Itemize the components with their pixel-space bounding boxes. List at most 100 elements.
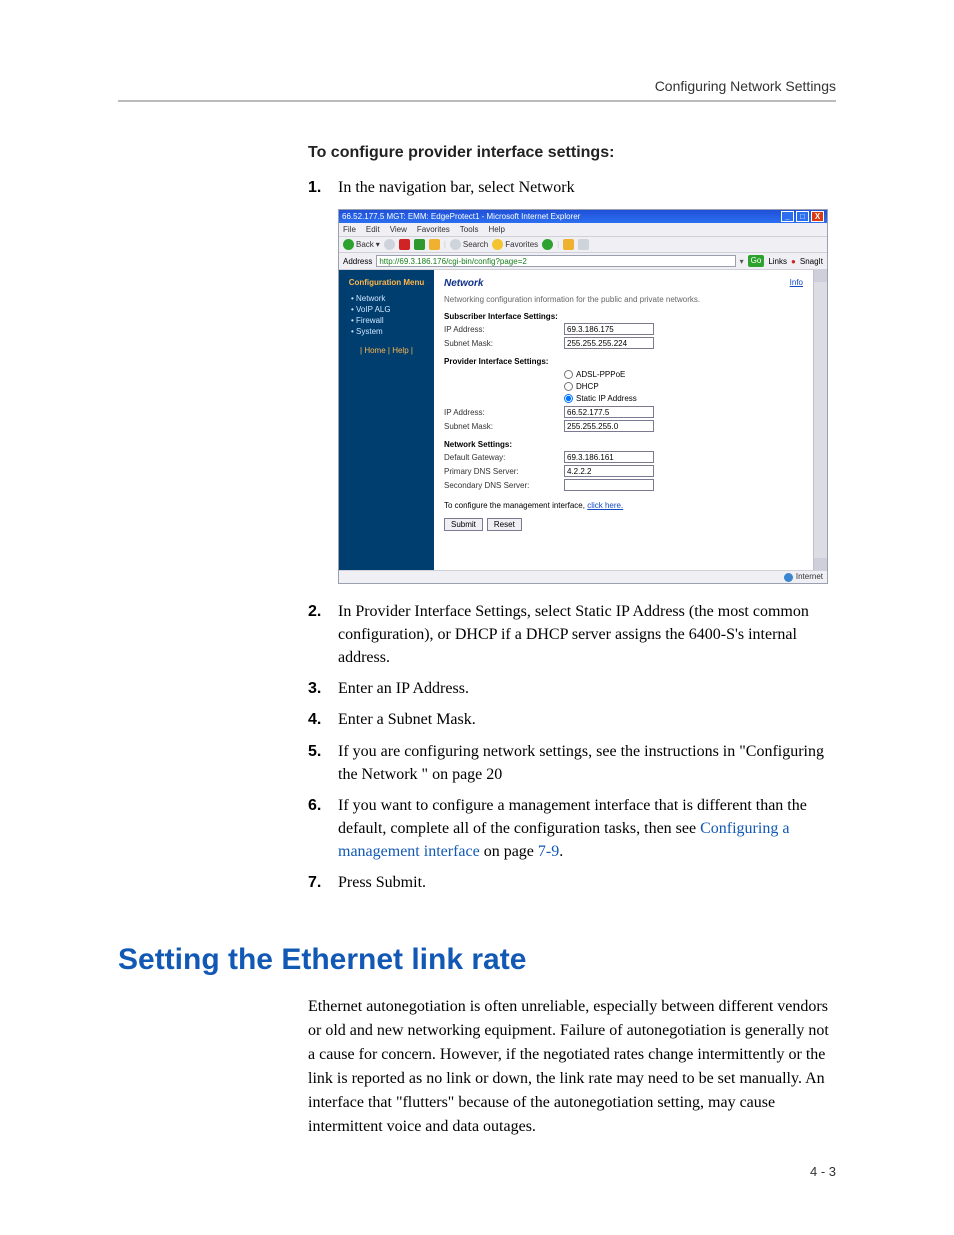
dns2-input[interactable] [564, 479, 654, 491]
dns1-input[interactable] [564, 465, 654, 477]
gateway-label: Default Gateway: [444, 453, 564, 462]
back-icon [343, 239, 354, 250]
window-minimize-button[interactable]: _ [781, 211, 794, 222]
forward-icon [384, 239, 395, 250]
main-panel: Info Network Networking configuration in… [434, 270, 813, 570]
subscriber-ip-input[interactable] [564, 323, 654, 335]
menu-file[interactable]: File [343, 225, 356, 234]
screenshot-figure: 66.52.177.5 MGT: EMM: EdgeProtect1 - Mic… [338, 209, 836, 583]
favorites-button[interactable]: Favorites [492, 239, 538, 250]
step-2: 2. In Provider Interface Settings, selec… [308, 600, 836, 670]
step-body: In the navigation bar, select Network [338, 176, 836, 199]
step-body: Enter an IP Address. [338, 677, 836, 700]
status-bar: Internet [339, 570, 827, 582]
mail-button[interactable] [563, 239, 574, 250]
toolbar: Back ▾ | Search Favorites | [339, 236, 827, 253]
step-body: If you are configuring network settings,… [338, 740, 836, 786]
step-body: If you want to configure a management in… [338, 794, 836, 864]
sidebar: Configuration Menu Network VoIP ALG Fire… [339, 270, 434, 570]
history-button[interactable] [542, 239, 553, 250]
back-button[interactable]: Back ▾ [343, 239, 380, 250]
page-title: Network [444, 278, 483, 289]
step-3: 3. Enter an IP Address. [308, 677, 836, 700]
mask-label: Subnet Mask: [444, 339, 564, 348]
address-dropdown-icon[interactable]: ▾ [740, 257, 744, 266]
step-6: 6. If you want to configure a management… [308, 794, 836, 864]
menu-help[interactable]: Help [488, 225, 504, 234]
star-icon [492, 239, 503, 250]
scrollbar[interactable] [813, 270, 827, 570]
search-button[interactable]: Search [450, 239, 488, 250]
subscriber-settings-heading: Subscriber Interface Settings: [444, 312, 803, 321]
step-number: 4. [308, 708, 338, 731]
home-icon [429, 239, 440, 250]
menu-edit[interactable]: Edit [366, 225, 380, 234]
mgmt-interface-note: To configure the management interface, c… [444, 501, 803, 510]
address-input[interactable]: http://69.3.186.176/cgi-bin/config?page=… [376, 255, 735, 267]
print-button[interactable] [578, 239, 589, 250]
heading-ethernet-link-rate: Setting the Ethernet link rate [118, 943, 836, 977]
refresh-icon [414, 239, 425, 250]
step-number: 6. [308, 794, 338, 864]
info-link[interactable]: Info [790, 278, 803, 287]
history-icon [542, 239, 553, 250]
step-number: 7. [308, 871, 338, 894]
step-number: 1. [308, 176, 338, 199]
step-5: 5. If you are configuring network settin… [308, 740, 836, 786]
sidebar-item-firewall[interactable]: Firewall [351, 316, 428, 325]
network-settings-heading: Network Settings: [444, 440, 803, 449]
steps-list: 1. In the navigation bar, select Network [308, 176, 836, 199]
dns1-label: Primary DNS Server: [444, 467, 564, 476]
step-body: In Provider Interface Settings, select S… [338, 600, 836, 670]
header-rule [118, 100, 836, 102]
mgmt-click-here-link[interactable]: click here. [587, 501, 623, 510]
print-icon [578, 239, 589, 250]
step-number: 2. [308, 600, 338, 670]
provider-ip-input[interactable] [564, 406, 654, 418]
provider-mask-input[interactable] [564, 420, 654, 432]
ip-label: IP Address: [444, 325, 564, 334]
sidebar-item-voipalg[interactable]: VoIP ALG [351, 305, 428, 314]
radio-adsl-label: ADSL-PPPoE [576, 370, 625, 379]
radio-dhcp[interactable] [564, 382, 573, 391]
step-number: 5. [308, 740, 338, 786]
refresh-button[interactable] [414, 239, 425, 250]
subscriber-mask-input[interactable] [564, 337, 654, 349]
step-body: Press Submit. [338, 871, 836, 894]
menu-tools[interactable]: Tools [460, 225, 479, 234]
step-7: 7. Press Submit. [308, 871, 836, 894]
running-header: Configuring Network Settings [118, 78, 836, 94]
window-maximize-button[interactable]: □ [796, 211, 809, 222]
browser-window: 66.52.177.5 MGT: EMM: EdgeProtect1 - Mic… [338, 209, 828, 583]
sidebar-home-help[interactable]: | Home | Help | [345, 346, 428, 355]
go-button[interactable]: Go [748, 255, 765, 267]
menu-favorites[interactable]: Favorites [417, 225, 450, 234]
home-button[interactable] [429, 239, 440, 250]
internet-zone-icon [784, 573, 793, 582]
address-bar: Address http://69.3.186.176/cgi-bin/conf… [339, 253, 827, 270]
dns2-label: Secondary DNS Server: [444, 481, 564, 490]
mask-label: Subnet Mask: [444, 422, 564, 431]
radio-dhcp-label: DHCP [576, 382, 599, 391]
gateway-input[interactable] [564, 451, 654, 463]
submit-button[interactable]: Submit [444, 518, 483, 531]
ip-label: IP Address: [444, 408, 564, 417]
radio-static[interactable] [564, 394, 573, 403]
xref-page-7-9[interactable]: 7-9 [538, 843, 559, 860]
window-close-button[interactable]: X [811, 211, 824, 222]
sidebar-item-network[interactable]: Network [351, 294, 428, 303]
radio-static-label: Static IP Address [576, 394, 637, 403]
stop-button[interactable] [399, 239, 410, 250]
address-label: Address [343, 257, 372, 266]
window-title: 66.52.177.5 MGT: EMM: EdgeProtect1 - Mic… [342, 212, 580, 221]
forward-button[interactable] [384, 239, 395, 250]
snagit-icon[interactable]: ● [791, 257, 796, 266]
window-titlebar: 66.52.177.5 MGT: EMM: EdgeProtect1 - Mic… [339, 210, 827, 223]
menu-view[interactable]: View [390, 225, 407, 234]
snagit-label[interactable]: SnagIt [800, 257, 823, 266]
sidebar-item-system[interactable]: System [351, 327, 428, 336]
reset-button[interactable]: Reset [487, 518, 522, 531]
links-label[interactable]: Links [768, 257, 787, 266]
page-number: 4 - 3 [810, 1164, 836, 1179]
radio-adsl[interactable] [564, 370, 573, 379]
